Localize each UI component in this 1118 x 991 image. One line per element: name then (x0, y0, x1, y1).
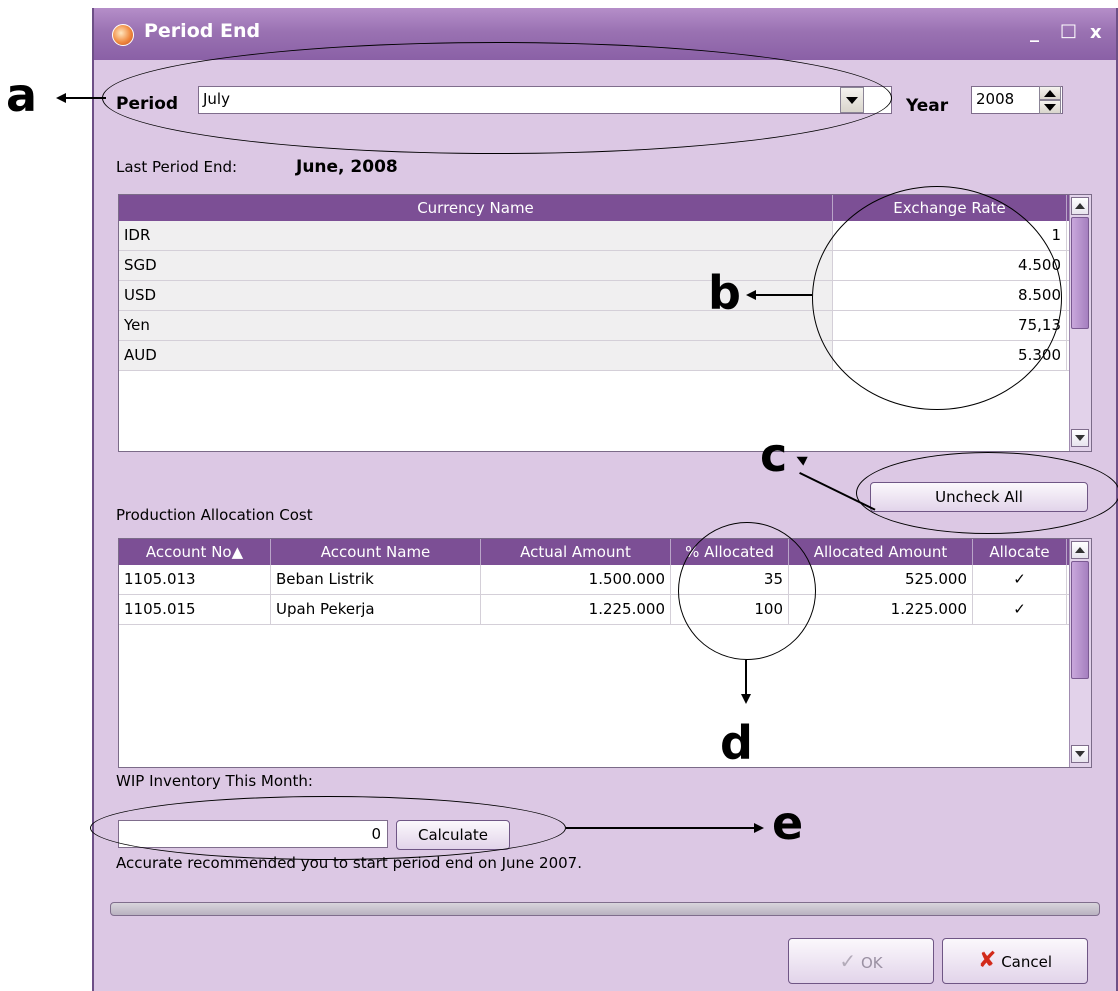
header-allocate[interactable]: Allocate (973, 539, 1067, 565)
progress-bar (110, 902, 1100, 916)
year-down-button[interactable] (1039, 100, 1061, 114)
last-period-label: Last Period End: (116, 158, 238, 176)
production-grid-header: Account No▲ Account Name Actual Amount %… (119, 539, 1091, 565)
arrow-head-icon (741, 694, 751, 704)
account-no-cell: 1105.013 (119, 565, 271, 594)
production-row[interactable]: 1105.013 Beban Listrik 1.500.000 35 525.… (119, 565, 1091, 595)
production-scrollbar[interactable] (1069, 539, 1091, 767)
currency-name-cell: AUD (119, 341, 833, 370)
production-row[interactable]: 1105.015 Upah Pekerja 1.225.000 100 1.22… (119, 595, 1091, 625)
allocate-checkbox[interactable]: ✓ (973, 565, 1067, 594)
chevron-up-icon (1075, 547, 1085, 553)
chevron-up-icon (1044, 90, 1056, 97)
arrow-line (64, 97, 106, 99)
arrow-line (566, 827, 756, 829)
allocated-amount-cell: 1.225.000 (789, 595, 973, 624)
scroll-thumb[interactable] (1071, 561, 1089, 679)
header-currency-name[interactable]: Currency Name (119, 195, 833, 221)
chevron-up-icon (1075, 203, 1085, 209)
annotation-ellipse-b (812, 186, 1062, 410)
chevron-down-icon (1075, 751, 1085, 757)
year-up-button[interactable] (1039, 86, 1061, 100)
account-name-cell: Beban Listrik (271, 565, 481, 594)
annotation-d: d (720, 716, 753, 770)
account-no-cell: 1105.015 (119, 595, 271, 624)
annotation-ellipse-a (102, 42, 892, 154)
year-label: Year (906, 96, 949, 116)
cancel-button[interactable]: ✘ Cancel (942, 938, 1088, 984)
x-icon: ✘ (977, 948, 997, 973)
annotation-c: c (760, 428, 788, 482)
header-actual-amount[interactable]: Actual Amount (481, 539, 671, 565)
chevron-down-icon (1075, 435, 1085, 441)
production-allocation-label: Production Allocation Cost (116, 506, 313, 524)
scroll-down-button[interactable] (1071, 429, 1089, 447)
scroll-up-button[interactable] (1071, 197, 1089, 215)
production-grid: Account No▲ Account Name Actual Amount %… (118, 538, 1092, 768)
actual-amount-cell: 1.225.000 (481, 595, 671, 624)
allocated-amount-cell: 525.000 (789, 565, 973, 594)
scroll-up-button[interactable] (1071, 541, 1089, 559)
checkmark-icon: ✓ (839, 949, 857, 973)
ok-button[interactable]: ✓ OK (788, 938, 934, 984)
wip-label: WIP Inventory This Month: (116, 772, 313, 790)
scroll-thumb[interactable] (1071, 217, 1089, 329)
arrow-line (754, 294, 812, 296)
actual-amount-cell: 1.500.000 (481, 565, 671, 594)
annotation-ellipse-e (90, 796, 566, 860)
arrow-head-icon (754, 823, 764, 833)
annotation-ellipse-c (856, 452, 1118, 534)
annotation-a: a (6, 68, 38, 122)
chevron-down-icon (1044, 104, 1056, 111)
cancel-label: Cancel (1001, 953, 1053, 971)
arrow-line (745, 660, 747, 696)
annotation-b: b (708, 266, 741, 320)
year-value: 2008 (976, 90, 1015, 108)
account-name-cell: Upah Pekerja (271, 595, 481, 624)
annotation-e: e (772, 796, 804, 850)
header-account-no[interactable]: Account No▲ (119, 539, 271, 565)
maximize-button[interactable]: □ (1060, 20, 1077, 41)
currency-name-cell: IDR (119, 221, 833, 250)
header-account-name[interactable]: Account Name (271, 539, 481, 565)
allocate-checkbox[interactable]: ✓ (973, 595, 1067, 624)
last-period-value: June, 2008 (296, 157, 398, 177)
close-button[interactable]: x (1090, 22, 1102, 43)
window-title: Period End (144, 20, 261, 42)
scroll-down-button[interactable] (1071, 745, 1089, 763)
ok-label: OK (860, 954, 883, 972)
annotation-ellipse-d (678, 522, 816, 660)
app-icon (112, 24, 134, 46)
header-allocated-amount[interactable]: Allocated Amount (789, 539, 973, 565)
minimize-button[interactable]: _ (1030, 22, 1039, 43)
currency-scrollbar[interactable] (1069, 195, 1091, 451)
